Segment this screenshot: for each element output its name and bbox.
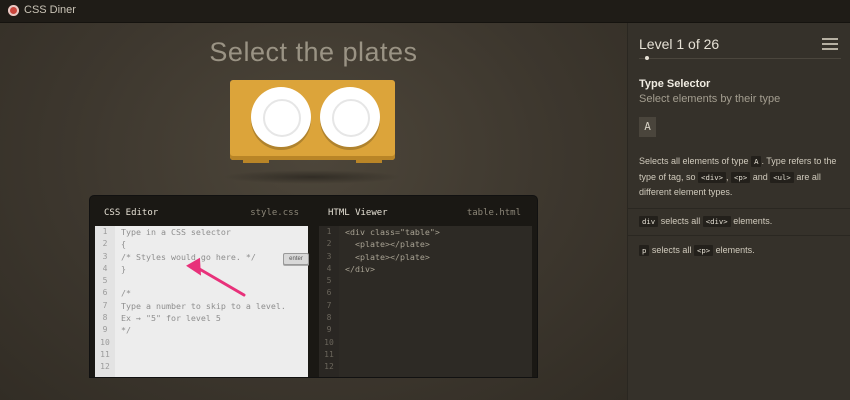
hint-tag: A (751, 156, 762, 167)
annotation-arrow-icon (186, 257, 246, 297)
app-title: CSS Diner (24, 4, 76, 16)
markup-line (339, 324, 532, 336)
example-2: p selects all <p> elements. (639, 245, 755, 256)
line-number: 9 (326, 325, 332, 335)
level-progress-track (639, 58, 841, 59)
html-viewer-header: HTML Viewer table.html (314, 196, 537, 226)
plate-2[interactable] (320, 87, 380, 147)
line-number: 11 (324, 349, 334, 359)
plate-1[interactable] (251, 87, 311, 147)
line-number: 8 (102, 313, 108, 323)
markup-line (339, 337, 532, 349)
example-text: elements. (713, 245, 755, 255)
divider (628, 235, 850, 236)
line-number: 6 (326, 288, 332, 298)
line-number: 12 (100, 362, 110, 372)
css-editor-title: CSS Editor (104, 208, 159, 218)
markup-line (339, 312, 532, 324)
line-number: 2 (326, 239, 332, 249)
selector-description: Select elements by their type (639, 93, 781, 105)
markup-line (339, 275, 532, 287)
order-title: Select the plates (209, 37, 418, 67)
selector-syntax: A (639, 117, 656, 137)
example-selector: p (639, 245, 650, 256)
editor-panel: CSS Editor style.css 1 2 3 4 5 6 7 8 9 1… (90, 196, 537, 377)
markup-line[interactable]: <plate></plate> (339, 238, 532, 250)
html-markup-view: <div class="table"> <plate></plate> <pla… (339, 226, 532, 377)
line-number: 3 (326, 251, 332, 261)
line-number: 1 (326, 227, 332, 236)
line-number: 7 (326, 300, 332, 310)
line-number: 6 (102, 288, 108, 298)
selector-hint: Selects all elements of type A. Type ref… (639, 154, 839, 201)
hint-tag: <ul> (770, 171, 794, 183)
markup-line (339, 349, 532, 361)
line-number: 8 (326, 313, 332, 323)
line-number: 11 (100, 349, 110, 359)
markup-line[interactable]: <plate></plate> (339, 251, 532, 263)
level-title: Level 1 of 26 (639, 36, 720, 52)
top-bar: CSS Diner (0, 0, 850, 23)
example-selector: div (639, 216, 659, 227)
line-number: 10 (100, 337, 110, 347)
code-line: */ (121, 325, 131, 336)
example-text: selects all (649, 245, 694, 255)
html-viewer-filename: table.html (466, 208, 521, 218)
line-number: 1 (102, 227, 108, 236)
hint-tag: <div> (698, 171, 727, 183)
css-editor-header: CSS Editor style.css (90, 196, 313, 226)
table-leg-right (356, 157, 382, 163)
menu-icon[interactable] (822, 38, 838, 50)
markup-line (339, 361, 532, 373)
markup-line (339, 300, 532, 312)
markup-line (339, 287, 532, 299)
line-number: 3 (102, 251, 108, 261)
divider (628, 208, 850, 209)
line-number: 5 (326, 276, 332, 286)
example-tag: <div> (702, 216, 731, 227)
line-number: 12 (324, 362, 334, 372)
level-sidebar: Level 1 of 26 Type Selector Select eleme… (627, 23, 850, 400)
logo-icon (8, 5, 19, 16)
level-progress-dot (645, 56, 649, 60)
html-viewer-title: HTML Viewer (328, 208, 388, 218)
line-number: 4 (102, 263, 108, 273)
hint-tag: <p> (731, 171, 751, 183)
enter-button[interactable]: enter (283, 253, 309, 265)
table-shadow (222, 170, 402, 184)
table-leg-left (243, 157, 269, 163)
line-number: 4 (326, 263, 332, 273)
html-line-numbers: 1 2 3 4 5 6 7 8 9 10 11 12 (319, 226, 339, 377)
example-tag: <p> (693, 245, 714, 256)
line-number: 7 (102, 300, 108, 310)
hint-text: and (750, 171, 771, 182)
example-text: elements. (730, 216, 773, 226)
line-number: 5 (102, 276, 108, 286)
css-line-numbers: 1 2 3 4 5 6 7 8 9 10 11 12 (95, 226, 115, 377)
html-viewer-pane: HTML Viewer table.html 1 2 3 4 5 6 7 8 9… (314, 196, 537, 377)
example-1: div selects all <div> elements. (639, 216, 772, 227)
line-number: 2 (102, 239, 108, 249)
line-number: 9 (102, 325, 108, 335)
code-line: { (121, 239, 126, 250)
markup-line[interactable]: </div> (339, 263, 532, 275)
example-text: selects all (658, 216, 703, 226)
css-editor-filename: style.css (250, 208, 299, 218)
hint-text: Selects all elements of type (639, 156, 752, 166)
code-line: Type in a CSS selector (121, 227, 231, 237)
selector-name: Type Selector (639, 78, 711, 90)
code-line: Ex → "5" for level 5 (121, 313, 221, 324)
markup-line[interactable]: <div class="table"> (339, 226, 532, 238)
line-number: 10 (324, 337, 334, 347)
